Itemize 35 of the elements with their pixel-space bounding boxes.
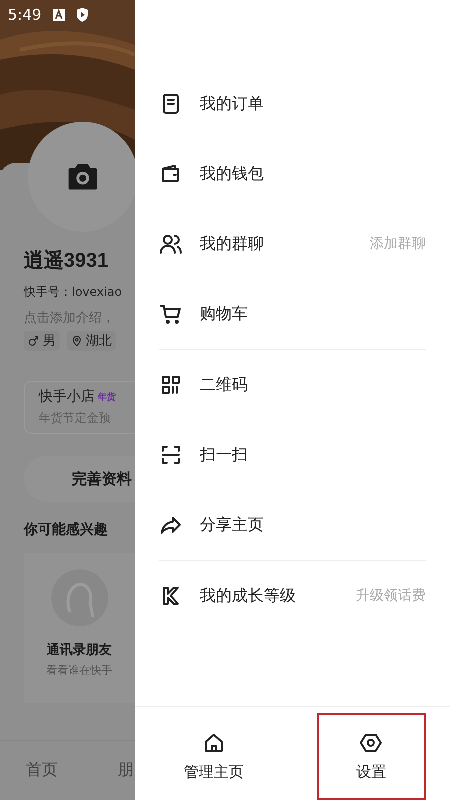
suggestion-title: 通讯录朋友 bbox=[47, 642, 112, 659]
menu-item[interactable]: 我的钱包 bbox=[159, 139, 426, 209]
menu-item[interactable]: 购物车 bbox=[159, 279, 426, 349]
menu-hint: 升级领话费 bbox=[356, 587, 426, 605]
shop-tag-label: 年货 bbox=[98, 392, 116, 404]
menu-item[interactable]: 我的群聊 添加群聊 bbox=[159, 209, 426, 279]
menu-item[interactable]: 二维码 bbox=[159, 350, 426, 420]
shop-title: 快手小店 bbox=[39, 388, 95, 406]
scan-icon bbox=[159, 443, 183, 467]
font-icon bbox=[52, 9, 65, 21]
profile-tag[interactable]: 男 bbox=[24, 331, 60, 351]
menu-item[interactable]: 扫一扫 bbox=[159, 420, 426, 490]
menu-item[interactable]: 分享主页 bbox=[159, 490, 426, 560]
cart-icon bbox=[159, 302, 183, 326]
qr-code-icon bbox=[159, 373, 183, 397]
play-shield-icon bbox=[76, 8, 89, 22]
menu-item[interactable]: 我的订单 bbox=[159, 69, 426, 139]
profile-tag[interactable]: 湖北 bbox=[67, 331, 116, 351]
suggestion-subtitle: 看看谁在快手 bbox=[46, 663, 112, 678]
people-icon bbox=[159, 232, 183, 256]
complete-profile-button[interactable]: 完善资料 bbox=[24, 456, 135, 502]
tag-label: 男 bbox=[43, 333, 56, 350]
male-icon bbox=[28, 335, 40, 347]
user-id: 快手号：lovexiao bbox=[24, 284, 124, 301]
location-pin-icon bbox=[71, 335, 83, 347]
menu-item[interactable]: 我的成长等级 升级领话费 bbox=[159, 561, 426, 631]
bottom-action[interactable]: 管理主页 bbox=[159, 713, 268, 800]
profile-name: 逍遥3931 bbox=[24, 248, 110, 274]
tag-label: 湖北 bbox=[86, 333, 112, 350]
status-time: 5:49 bbox=[8, 6, 42, 24]
section-heading: 你可能感兴趣 bbox=[24, 521, 109, 539]
menu-hint: 添加群聊 bbox=[370, 235, 426, 253]
bottom-action[interactable]: 设置 bbox=[316, 713, 426, 800]
settings-icon bbox=[359, 731, 384, 755]
suggestion-card[interactable]: 通讯录朋友 看看谁在快手 bbox=[24, 553, 135, 703]
